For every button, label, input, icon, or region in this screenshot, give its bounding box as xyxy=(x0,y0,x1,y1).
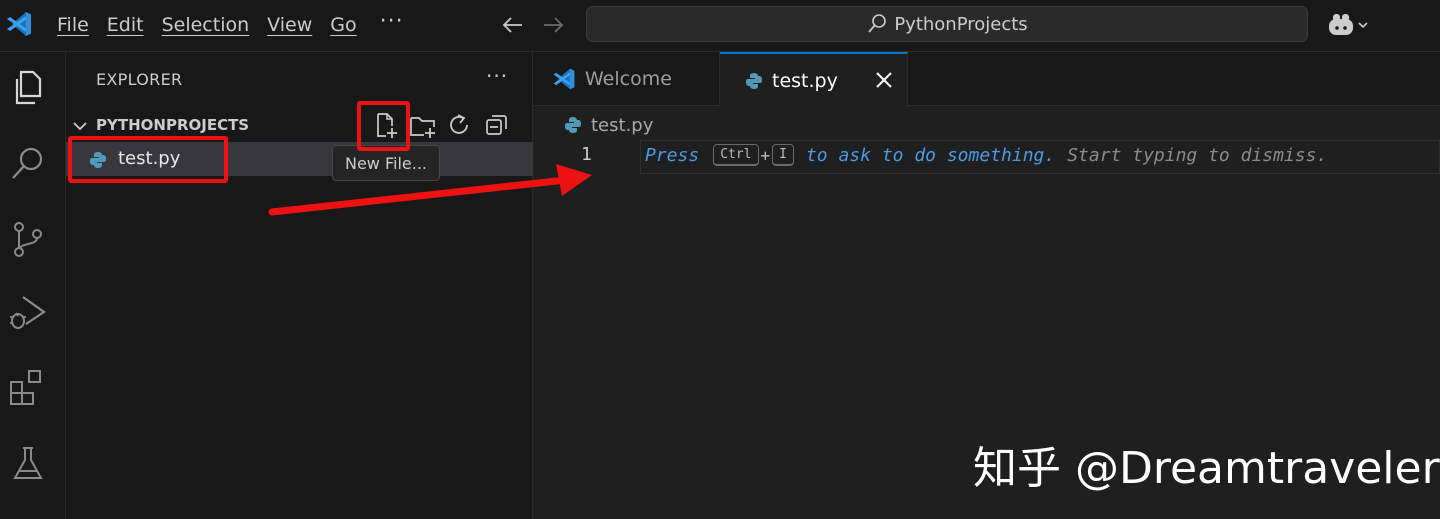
watermark: 知乎 @Dreamtraveler xyxy=(973,443,1440,494)
close-icon[interactable] xyxy=(871,67,897,93)
copilot-button[interactable] xyxy=(1326,10,1376,40)
highlight-file-box xyxy=(68,136,228,183)
forward-arrow-icon[interactable] xyxy=(540,12,566,38)
menu-view[interactable]: View xyxy=(258,7,321,43)
hint-dismiss: Start typing to dismiss. xyxy=(1067,144,1328,166)
menu-file[interactable]: File xyxy=(48,7,98,43)
hint-middle: to ask to do something. xyxy=(805,144,1056,166)
explorer-sidebar: EXPLORER ··· PYTHONPROJECTS test.py New … xyxy=(66,52,533,519)
tab-label: Welcome xyxy=(585,68,672,90)
inline-chat-hint[interactable]: Press Ctrl + I to ask to do something. S… xyxy=(645,144,1327,166)
explorer-title: EXPLORER xyxy=(96,70,183,89)
activity-bar xyxy=(0,52,66,519)
highlight-new-file-box xyxy=(357,101,410,151)
chevron-down-icon xyxy=(73,122,87,131)
explorer-icon[interactable] xyxy=(8,68,48,108)
breadcrumb[interactable]: test.py xyxy=(563,112,653,138)
command-center-search[interactable]: PythonProjects xyxy=(586,6,1308,42)
testing-icon[interactable] xyxy=(8,444,48,484)
menu-selection[interactable]: Selection xyxy=(153,7,259,43)
extensions-icon[interactable] xyxy=(8,368,48,408)
menu-edit[interactable]: Edit xyxy=(98,7,153,43)
search-icon[interactable] xyxy=(8,144,48,184)
new-folder-icon[interactable] xyxy=(408,110,438,140)
kbd-i: I xyxy=(772,144,794,166)
folder-name: PYTHONPROJECTS xyxy=(96,116,250,134)
refresh-icon[interactable] xyxy=(444,110,474,140)
kbd-plus: + xyxy=(760,145,771,165)
python-file-icon xyxy=(565,117,581,133)
hint-press: Press xyxy=(645,144,700,166)
chevron-down-icon xyxy=(1358,22,1368,29)
copilot-icon xyxy=(1329,14,1353,35)
vscode-logo-icon xyxy=(553,68,575,90)
breadcrumb-label: test.py xyxy=(591,114,654,136)
source-control-icon[interactable] xyxy=(8,219,48,259)
tab-label: test.py xyxy=(772,69,838,92)
back-arrow-icon[interactable] xyxy=(500,12,526,38)
menu-bar: File Edit Selection View Go ··· xyxy=(48,0,418,50)
kbd-ctrl: Ctrl xyxy=(713,144,759,166)
menu-more-button[interactable]: ··· xyxy=(366,7,418,43)
run-debug-icon[interactable] xyxy=(8,292,48,332)
command-center-text: PythonProjects xyxy=(894,13,1028,35)
python-file-icon xyxy=(746,72,762,89)
menu-go[interactable]: Go xyxy=(321,7,365,43)
tab-test-py[interactable]: test.py xyxy=(720,52,908,107)
explorer-more-button[interactable]: ··· xyxy=(486,64,508,88)
vscode-logo-icon xyxy=(7,12,31,36)
title-bar: File Edit Selection View Go ··· PythonPr… xyxy=(0,0,1440,52)
red-arrow-annotation xyxy=(268,164,592,216)
editor-tabs: Welcome test.py xyxy=(533,52,1440,107)
collapse-all-icon[interactable] xyxy=(482,110,512,140)
search-icon xyxy=(868,14,887,33)
tab-welcome[interactable]: Welcome xyxy=(533,52,720,106)
